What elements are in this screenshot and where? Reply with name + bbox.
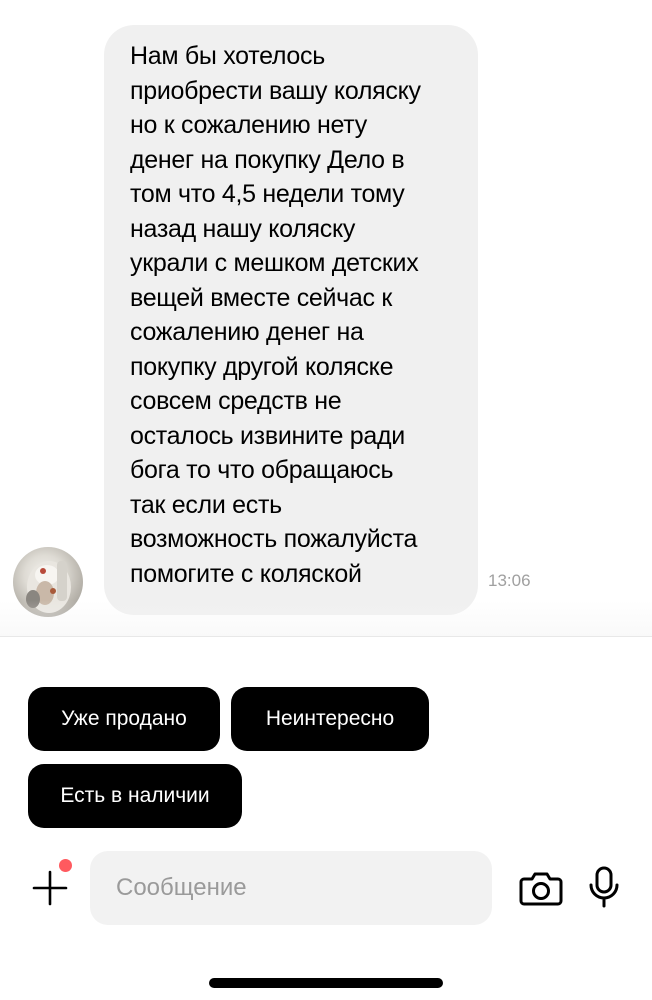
- plus-icon: [32, 870, 68, 906]
- message-time: 13:06: [488, 571, 531, 590]
- message-bubble: Нам бы хотелось приобрести вашу коляску …: [104, 25, 478, 615]
- microphone-button[interactable]: [588, 866, 620, 910]
- camera-icon: [519, 872, 563, 906]
- notification-dot: [59, 859, 72, 872]
- home-indicator: [209, 978, 443, 988]
- quick-reply-available[interactable]: Есть в наличии: [28, 764, 242, 828]
- camera-button[interactable]: [518, 868, 564, 908]
- quick-reply-sold[interactable]: Уже продано: [28, 687, 220, 751]
- composer-divider: [0, 636, 652, 637]
- chat-fade: [0, 600, 652, 636]
- attach-button[interactable]: [30, 868, 70, 908]
- message-input[interactable]: [90, 851, 492, 925]
- message-text: Нам бы хотелось приобрести вашу коляску …: [130, 42, 421, 588]
- chat-area: Нам бы хотелось приобрести вашу коляску …: [0, 0, 652, 636]
- quick-reply-not-interested[interactable]: Неинтересно: [231, 687, 429, 751]
- microphone-icon: [589, 866, 619, 908]
